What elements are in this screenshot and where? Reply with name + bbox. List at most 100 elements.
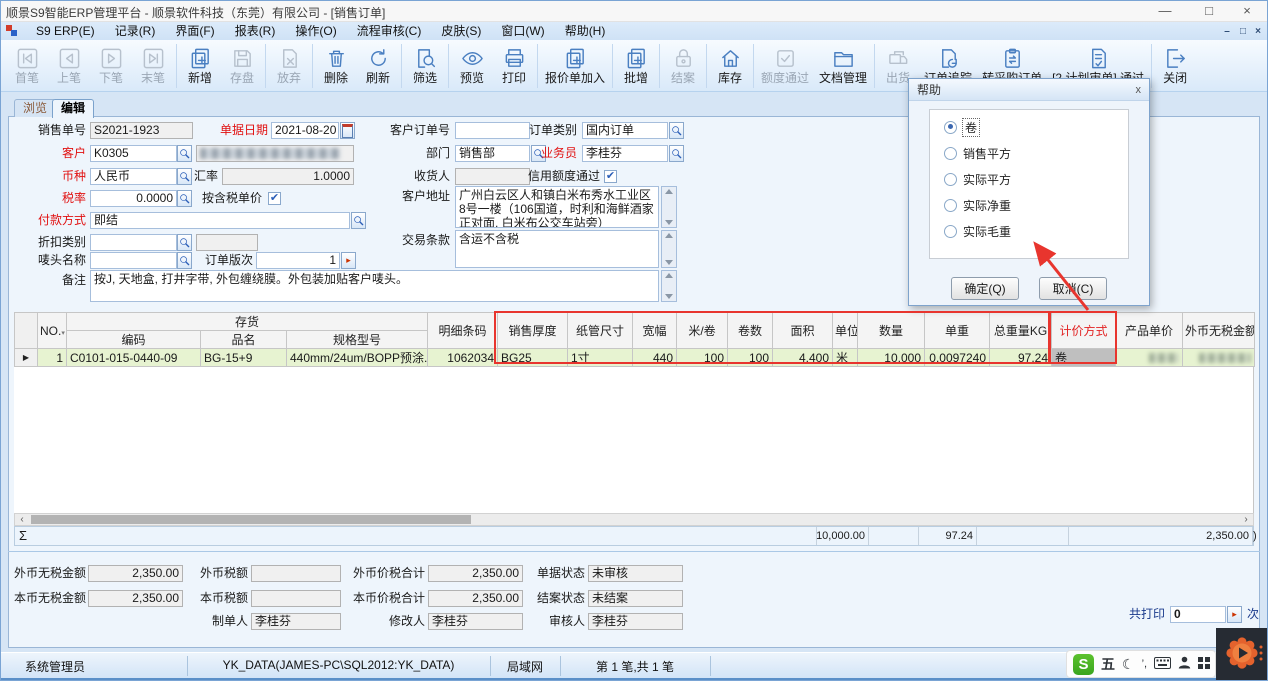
mark-name-field[interactable] bbox=[90, 252, 177, 269]
col-header-code[interactable]: 编码 bbox=[67, 331, 201, 349]
tab-edit[interactable]: 编辑 bbox=[52, 99, 94, 118]
chevron-down-icon[interactable] bbox=[665, 294, 673, 299]
radio-option-roll[interactable]: 卷 bbox=[944, 120, 979, 134]
add-quotation-button[interactable]: 报价单加入 bbox=[540, 41, 610, 91]
minimize-button[interactable]: — bbox=[1150, 1, 1180, 20]
menu-help[interactable]: 帮助(H) bbox=[555, 22, 616, 40]
grid-squares-icon[interactable] bbox=[1198, 657, 1210, 672]
menu-s9erp[interactable]: S9 ERP(E) bbox=[26, 22, 105, 40]
cell-unit[interactable]: 米 bbox=[833, 349, 858, 367]
cell-qty[interactable]: 10,000 bbox=[858, 349, 925, 367]
mark-lookup-button[interactable] bbox=[177, 252, 192, 269]
inventory-button[interactable]: 库存 bbox=[709, 41, 751, 91]
col-header-width[interactable]: 宽幅 bbox=[633, 313, 677, 349]
cell-barcode[interactable]: 1062034 bbox=[428, 349, 498, 367]
cell-rolls[interactable]: 100 bbox=[728, 349, 773, 367]
doc-date-field[interactable]: 2021-08-20 bbox=[271, 122, 339, 139]
discount-type-field[interactable] bbox=[90, 234, 177, 251]
document-manage-button[interactable]: 文档管理 bbox=[814, 41, 872, 91]
radio-icon[interactable] bbox=[944, 173, 957, 186]
radio-icon[interactable] bbox=[944, 147, 957, 160]
trade-terms-scrollbar[interactable] bbox=[661, 230, 677, 268]
preview-button[interactable]: 预览 bbox=[451, 41, 493, 91]
chevron-down-icon[interactable] bbox=[665, 260, 673, 265]
payment-lookup-button[interactable] bbox=[351, 212, 366, 229]
col-header-m-per-roll[interactable]: 米/卷 bbox=[677, 313, 728, 349]
salesman-lookup-button[interactable] bbox=[669, 145, 684, 162]
radio-icon[interactable] bbox=[944, 199, 957, 212]
tab-browse[interactable]: 浏览 bbox=[14, 99, 56, 117]
menu-record[interactable]: 记录(R) bbox=[105, 22, 166, 40]
col-header-area[interactable]: 面积 bbox=[773, 313, 833, 349]
order-type-field[interactable]: 国内订单 bbox=[582, 122, 668, 139]
close-form-button[interactable]: 关闭 bbox=[1154, 41, 1196, 91]
customer-code-field[interactable]: K0305 bbox=[90, 145, 177, 162]
new-button[interactable]: 新增 bbox=[179, 41, 221, 91]
tax-included-checkbox[interactable]: ✔ bbox=[268, 192, 281, 205]
moon-icon[interactable]: ☾ bbox=[1122, 657, 1135, 671]
col-header-barcode[interactable]: 明细条码 bbox=[428, 313, 498, 349]
mdi-minimize-button[interactable]: – bbox=[1220, 25, 1234, 38]
chevron-up-icon[interactable] bbox=[665, 189, 673, 194]
credit-passed-checkbox[interactable]: ✔ bbox=[604, 170, 617, 183]
address-scrollbar[interactable] bbox=[661, 186, 677, 228]
chevron-up-icon[interactable] bbox=[665, 233, 673, 238]
radio-option-actual-sqm[interactable]: 实际平方 bbox=[944, 172, 1011, 186]
cell-total-weight[interactable]: 97.24 bbox=[990, 349, 1052, 367]
cell-core[interactable]: 1寸 bbox=[568, 349, 633, 367]
scrollbar-thumb[interactable] bbox=[31, 515, 471, 524]
prev-record-button[interactable]: 上笔 bbox=[48, 41, 90, 91]
filter-button[interactable]: 筛选 bbox=[404, 41, 446, 91]
currency-field[interactable]: 人民币 bbox=[90, 168, 177, 185]
last-record-button[interactable]: 末笔 bbox=[132, 41, 174, 91]
cell-amount[interactable] bbox=[1183, 349, 1255, 367]
floating-widget[interactable] bbox=[1216, 628, 1268, 681]
customer-address-field[interactable]: 广州白云区人和镇白米布秀水工业区8号一楼（106国道，时利和海鲜酒家正对面, 白… bbox=[455, 186, 659, 228]
batch-add-button[interactable]: 批增 bbox=[615, 41, 657, 91]
print-button[interactable]: 打印 bbox=[493, 41, 535, 91]
salesman-field[interactable]: 李桂芬 bbox=[582, 145, 668, 162]
tax-rate-field[interactable]: 0.0000 bbox=[90, 190, 177, 207]
col-header-core[interactable]: 纸管尺寸 bbox=[568, 313, 633, 349]
refresh-button[interactable]: 刷新 bbox=[357, 41, 399, 91]
help-dialog-titlebar[interactable]: 帮助 x bbox=[909, 79, 1149, 101]
menu-workflow[interactable]: 流程审核(C) bbox=[347, 22, 432, 40]
ime-tray[interactable]: S 五 ☾ ’, bbox=[1066, 650, 1216, 678]
row-pointer-icon[interactable]: ▶ bbox=[15, 349, 38, 367]
ime-logo-icon[interactable]: S bbox=[1073, 654, 1094, 675]
col-header-no[interactable]: NO.▾ bbox=[38, 313, 67, 349]
print-count-field[interactable]: 0 bbox=[1170, 606, 1226, 623]
mdi-restore-button[interactable]: □ bbox=[1236, 25, 1250, 38]
cell-price[interactable] bbox=[1116, 349, 1183, 367]
col-header-pricing[interactable]: 计价方式 bbox=[1052, 313, 1116, 349]
cell-name[interactable]: BG-15+9 bbox=[201, 349, 287, 367]
chevron-up-icon[interactable] bbox=[665, 273, 673, 278]
customer-lookup-button[interactable] bbox=[177, 145, 192, 162]
cell-spec[interactable]: 440mm/24um/BOPP预涂... bbox=[287, 349, 428, 367]
discount-lookup-button[interactable] bbox=[177, 234, 192, 251]
trade-terms-field[interactable]: 含运不含税 bbox=[455, 230, 659, 268]
cancel-button[interactable]: 取消(C) bbox=[1039, 277, 1107, 300]
grid-horizontal-scrollbar[interactable]: ‹ › bbox=[14, 513, 1254, 526]
col-header-amount[interactable]: 外币无税金额 bbox=[1183, 313, 1255, 349]
cell-area[interactable]: 4,400 bbox=[773, 349, 833, 367]
scroll-right-icon[interactable]: › bbox=[1239, 514, 1253, 525]
ok-button[interactable]: 确定(Q) bbox=[951, 277, 1019, 300]
save-button[interactable]: 存盘 bbox=[221, 41, 263, 91]
delete-button[interactable]: 删除 bbox=[315, 41, 357, 91]
order-type-lookup-button[interactable] bbox=[669, 122, 684, 139]
col-header-rolls[interactable]: 卷数 bbox=[728, 313, 773, 349]
keyboard-icon[interactable] bbox=[1154, 657, 1171, 672]
menu-window[interactable]: 窗口(W) bbox=[491, 22, 554, 40]
cell-no[interactable]: 1 bbox=[38, 349, 67, 367]
next-record-button[interactable]: 下笔 bbox=[90, 41, 132, 91]
radio-option-sales-sqm[interactable]: 销售平方 bbox=[944, 146, 1011, 160]
col-header-spec[interactable]: 规格型号 bbox=[287, 331, 428, 349]
col-group-stock[interactable]: 存货 bbox=[67, 313, 428, 331]
mdi-close-button[interactable]: × bbox=[1251, 25, 1265, 38]
col-header-thickness[interactable]: 销售厚度 bbox=[498, 313, 568, 349]
menu-interface[interactable]: 界面(F) bbox=[165, 22, 224, 40]
menu-report[interactable]: 报表(R) bbox=[225, 22, 286, 40]
first-record-button[interactable]: 首笔 bbox=[6, 41, 48, 91]
punctuation-mode-icon[interactable]: ’, bbox=[1142, 657, 1148, 671]
